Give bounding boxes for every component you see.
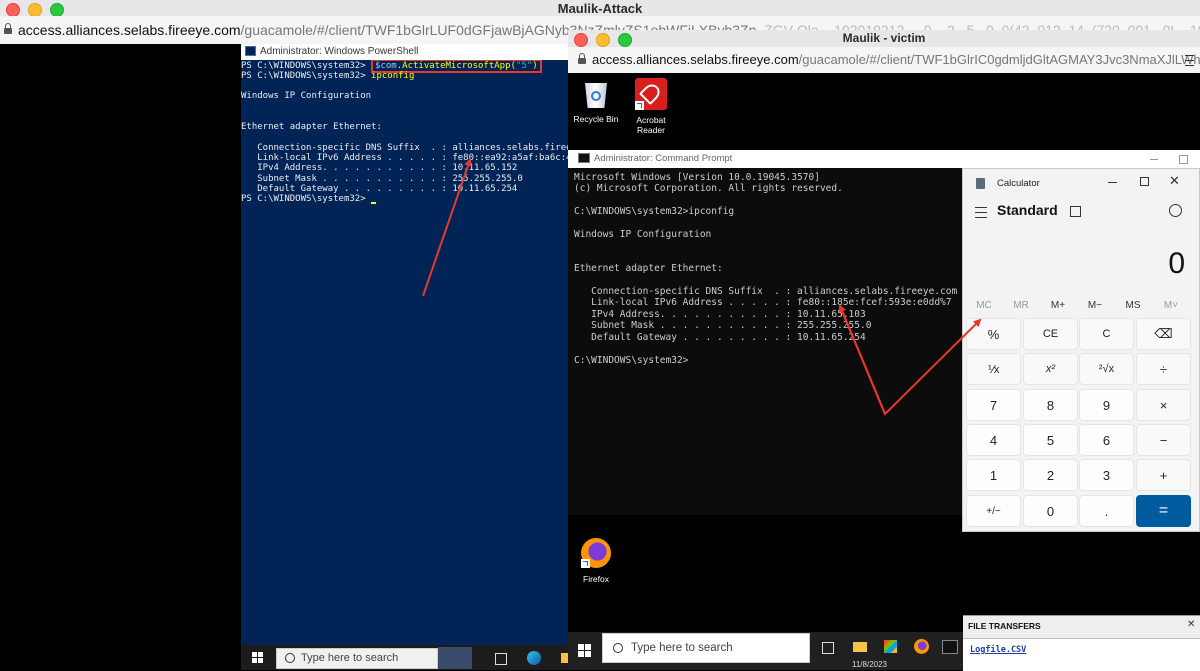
arrow-to-ps-ip: [422, 158, 472, 297]
annotation-arrows: [422, 158, 982, 416]
arrow-victim-ip-start: [838, 304, 886, 415]
arrow-victim-ip-to-calc: [839, 305, 982, 416]
